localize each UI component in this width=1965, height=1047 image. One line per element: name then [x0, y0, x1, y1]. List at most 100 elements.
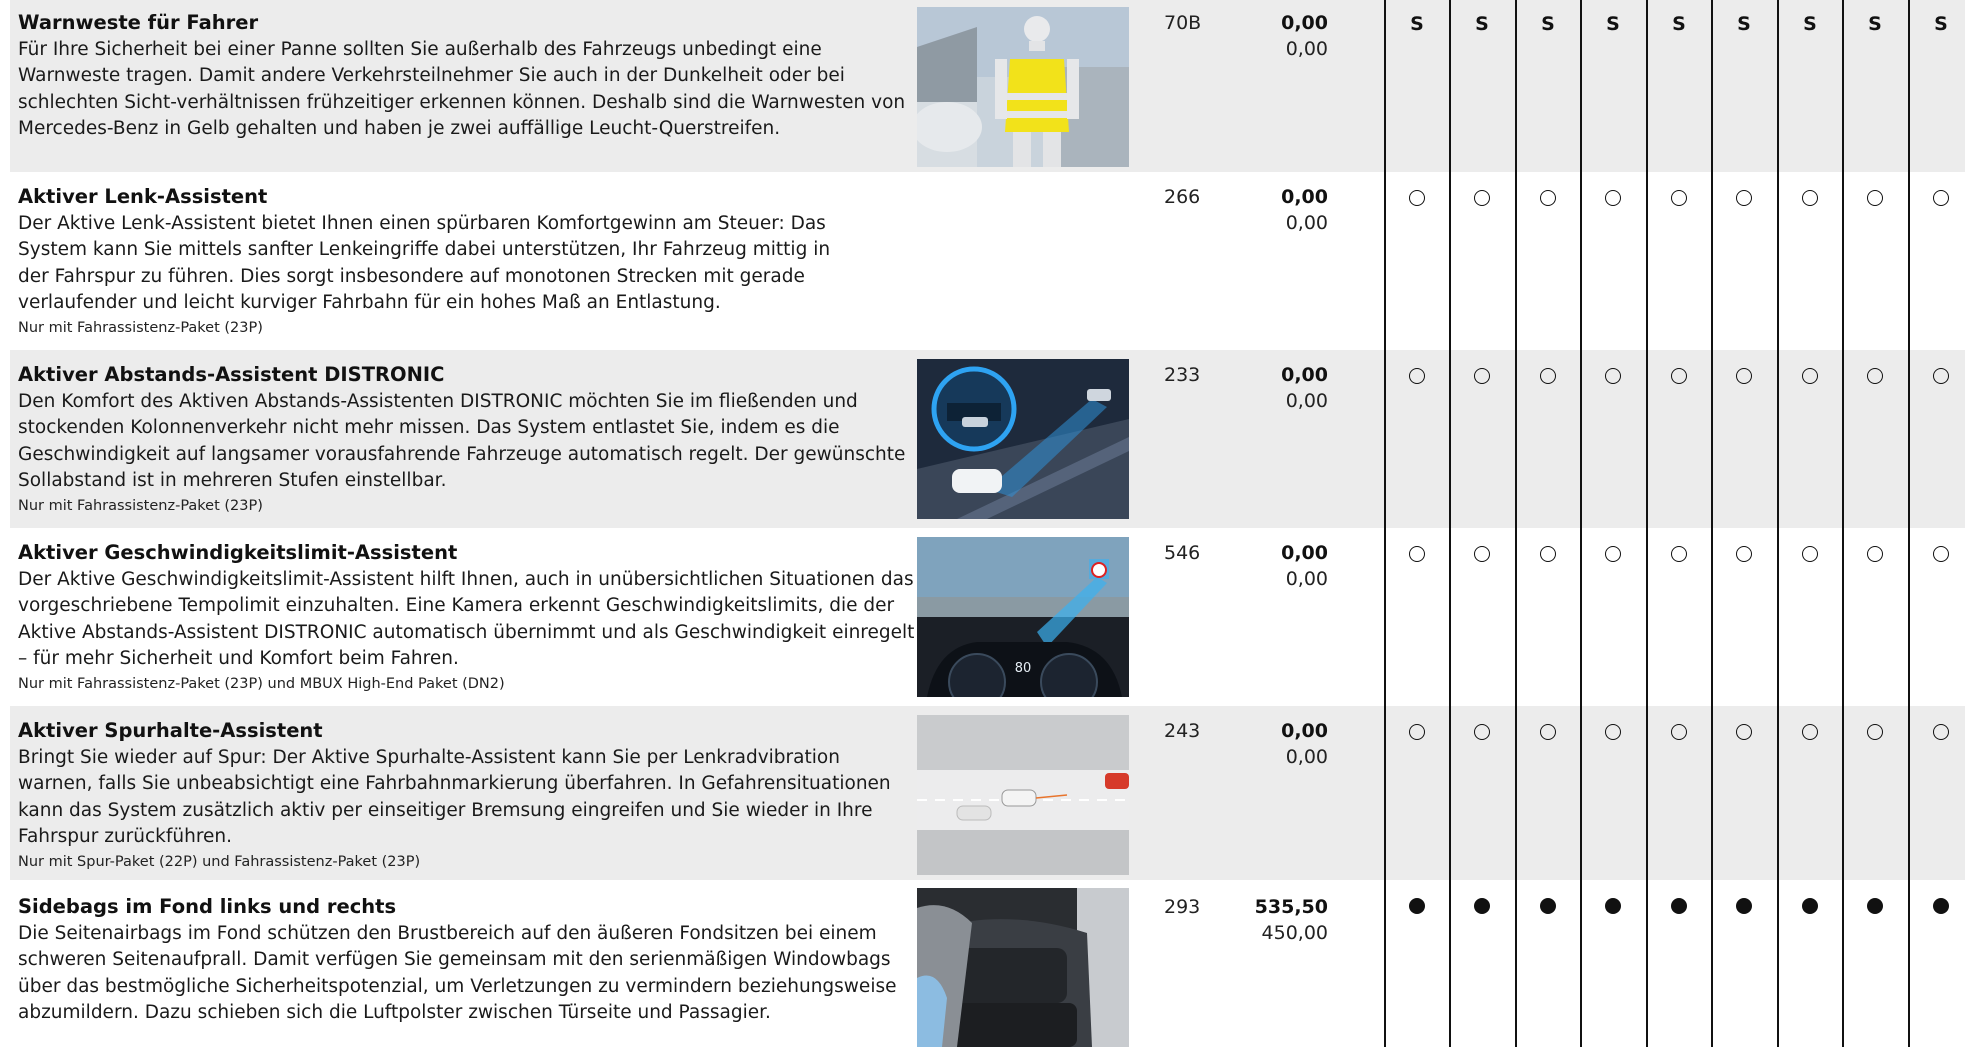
- price-gross: 0,00: [1281, 364, 1328, 386]
- optional-circle-icon: [1540, 368, 1556, 384]
- standard-mark: S: [1541, 13, 1555, 35]
- filled-dot-icon: [1474, 898, 1490, 914]
- distronic-image: [917, 359, 1129, 519]
- row-description: Bringt Sie wieder auf Spur: Der Aktive S…: [18, 747, 891, 847]
- filled-dot-icon: [1802, 898, 1818, 914]
- row-title: Warnweste für Fahrer: [18, 11, 259, 34]
- option-code: 233: [1164, 364, 1201, 386]
- optional-circle-icon: [1671, 368, 1687, 384]
- optional-circle-icon: [1867, 546, 1883, 562]
- row-note: Nur mit Fahrassistenz-Paket (23P) und MB…: [18, 676, 505, 693]
- option-code: 546: [1164, 542, 1201, 564]
- optional-circle-icon: [1933, 546, 1949, 562]
- price-gross: 0,00: [1281, 720, 1328, 742]
- row-note: Nur mit Fahrassistenz-Paket (23P): [18, 320, 263, 337]
- column-divider: [1646, 0, 1648, 1047]
- optional-circle-icon: [1605, 546, 1621, 562]
- optional-circle-icon: [1802, 368, 1818, 384]
- standard-mark: S: [1410, 13, 1424, 35]
- row-text: Aktiver Spurhalte-Assistent Bringt Sie w…: [18, 718, 918, 873]
- row-note: Nur mit Spur-Paket (22P) und Fahrassiste…: [18, 854, 421, 871]
- column-divider: [1777, 0, 1779, 1047]
- row-title: Aktiver Spurhalte-Assistent: [18, 719, 323, 742]
- row-text: Aktiver Geschwindigkeitslimit-Assistent …: [18, 540, 918, 695]
- standard-mark: S: [1737, 13, 1751, 35]
- optional-circle-icon: [1867, 368, 1883, 384]
- option-code: 70B: [1164, 12, 1202, 34]
- optional-circle-icon: [1540, 724, 1556, 740]
- price-net: 0,00: [1285, 390, 1328, 412]
- optional-circle-icon: [1409, 190, 1425, 206]
- row-text: Sidebags im Fond links und rechts Die Se…: [18, 894, 918, 1026]
- row-note: Nur mit Fahrassistenz-Paket (23P): [18, 498, 263, 515]
- optional-circle-icon: [1736, 190, 1752, 206]
- row-title: Sidebags im Fond links und rechts: [18, 895, 397, 918]
- row-text: Warnweste für Fahrer Für Ihre Sicherheit…: [18, 10, 918, 142]
- price-net: 0,00: [1285, 746, 1328, 768]
- optional-circle-icon: [1474, 546, 1490, 562]
- column-divider: [1711, 0, 1713, 1047]
- filled-dot-icon: [1671, 898, 1687, 914]
- filled-dot-icon: [1605, 898, 1621, 914]
- filled-dot-icon: [1409, 898, 1425, 914]
- optional-circle-icon: [1736, 368, 1752, 384]
- price-net: 450,00: [1261, 922, 1328, 944]
- option-code: 243: [1164, 720, 1201, 742]
- row-title: Aktiver Abstands-Assistent DISTRONIC: [18, 363, 445, 386]
- row-description: Die Seitenairbags im Fond schützen den B…: [18, 923, 897, 1023]
- price-net: 0,00: [1285, 38, 1328, 60]
- filled-dot-icon: [1867, 898, 1883, 914]
- optional-circle-icon: [1802, 190, 1818, 206]
- price-gross: 0,00: [1281, 186, 1328, 208]
- column-divider: [1384, 0, 1386, 1047]
- optional-circle-icon: [1540, 546, 1556, 562]
- warning-vest-image: [917, 7, 1129, 167]
- lane-keeping-image: [917, 715, 1129, 875]
- filled-dot-icon: [1933, 898, 1949, 914]
- optional-circle-icon: [1409, 724, 1425, 740]
- price-net: 0,00: [1285, 212, 1328, 234]
- filled-dot-icon: [1540, 898, 1556, 914]
- row-description: Für Ihre Sicherheit bei einer Panne soll…: [18, 39, 906, 139]
- row-text: Aktiver Lenk-Assistent Der Aktive Lenk-A…: [18, 184, 918, 339]
- optional-circle-icon: [1474, 368, 1490, 384]
- equipment-table: Warnweste für Fahrer Für Ihre Sicherheit…: [0, 0, 1965, 1047]
- optional-circle-icon: [1736, 546, 1752, 562]
- optional-circle-icon: [1474, 724, 1490, 740]
- optional-circle-icon: [1540, 190, 1556, 206]
- optional-circle-icon: [1671, 546, 1687, 562]
- standard-mark: S: [1934, 13, 1948, 35]
- optional-circle-icon: [1867, 190, 1883, 206]
- row-description: Den Komfort des Aktiven Abstands-Assiste…: [18, 391, 906, 491]
- optional-circle-icon: [1933, 190, 1949, 206]
- price-gross: 0,00: [1281, 12, 1328, 34]
- optional-circle-icon: [1802, 724, 1818, 740]
- column-divider: [1908, 0, 1910, 1047]
- optional-circle-icon: [1736, 724, 1752, 740]
- standard-mark: S: [1475, 13, 1489, 35]
- column-divider: [1580, 0, 1582, 1047]
- optional-circle-icon: [1605, 724, 1621, 740]
- column-divider: [1449, 0, 1451, 1047]
- optional-circle-icon: [1605, 368, 1621, 384]
- option-code: 266: [1164, 186, 1201, 208]
- column-divider: [1515, 0, 1517, 1047]
- standard-mark: S: [1868, 13, 1882, 35]
- speed-limit-image: 80: [917, 537, 1129, 697]
- rear-sidebags-image: [917, 888, 1129, 1047]
- optional-circle-icon: [1867, 724, 1883, 740]
- standard-mark: S: [1672, 13, 1686, 35]
- optional-circle-icon: [1671, 724, 1687, 740]
- optional-circle-icon: [1933, 368, 1949, 384]
- row-text: Aktiver Abstands-Assistent DISTRONIC Den…: [18, 362, 918, 517]
- option-code: 293: [1164, 896, 1201, 918]
- row-title: Aktiver Geschwindigkeitslimit-Assistent: [18, 541, 458, 564]
- optional-circle-icon: [1605, 190, 1621, 206]
- price-gross: 535,50: [1254, 896, 1328, 918]
- price-net: 0,00: [1285, 568, 1328, 590]
- row-title: Aktiver Lenk-Assistent: [18, 185, 268, 208]
- standard-mark: S: [1606, 13, 1620, 35]
- optional-circle-icon: [1474, 190, 1490, 206]
- filled-dot-icon: [1736, 898, 1752, 914]
- image-speed-label: 80: [1015, 661, 1032, 676]
